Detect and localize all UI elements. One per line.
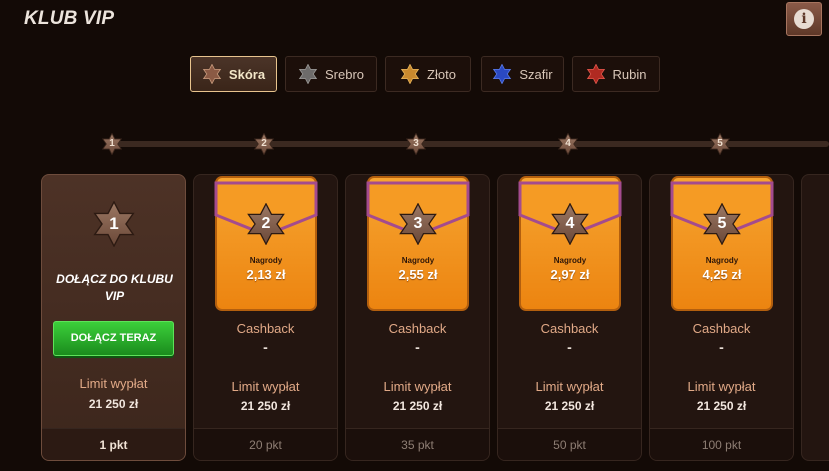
points-label: 20 pkt bbox=[194, 428, 337, 460]
rewards-label: Nagrody bbox=[401, 256, 435, 265]
limit-label: Limit wypłat bbox=[79, 376, 148, 391]
tab-label: Szafir bbox=[519, 66, 553, 82]
tab-label: Złoto bbox=[427, 66, 456, 82]
tab-szafir[interactable]: Szafir bbox=[481, 56, 564, 92]
vip-level-card-4: 4 Nagrody 2,97 zł Cashback - Limit wypła… bbox=[497, 174, 642, 461]
limit-label: Limit wypłat bbox=[231, 379, 300, 394]
cashback-value: - bbox=[567, 339, 572, 355]
limit-label: Limit wypłat bbox=[687, 379, 756, 394]
rewards-amount: 2,97 zł bbox=[550, 267, 590, 282]
cashback-value: - bbox=[263, 339, 268, 355]
cashback-label: Cashback bbox=[236, 321, 295, 336]
tab-label: Rubin bbox=[612, 66, 647, 82]
vip-level-card-1: 1 DOŁĄCZ DO KLUBU VIP DOŁĄCZ TERAZ Limit… bbox=[41, 174, 186, 461]
ruby-star-icon bbox=[586, 64, 606, 84]
limit-value: 21 250 zł bbox=[88, 397, 139, 411]
sapphire-star-icon bbox=[492, 64, 512, 84]
reward-envelope: 2 Nagrody 2,13 zł bbox=[214, 175, 318, 312]
join-title: DOŁĄCZ DO KLUBU VIP bbox=[56, 272, 173, 303]
points-label: 35 pkt bbox=[346, 428, 489, 460]
level-badge: 5 bbox=[701, 203, 743, 245]
progress-marker: 5 bbox=[709, 133, 731, 155]
join-now-button[interactable]: DOŁĄCZ TERAZ bbox=[53, 321, 174, 356]
limit-value: 21 250 zł bbox=[544, 399, 595, 413]
rewards-label: Nagrody bbox=[553, 256, 587, 265]
gold-star-icon bbox=[400, 64, 420, 84]
vip-level-card-partial bbox=[801, 174, 829, 461]
info-icon: i bbox=[794, 9, 814, 29]
tab-label: Srebro bbox=[324, 66, 365, 82]
progress-marker: 3 bbox=[405, 133, 427, 155]
progress-marker: 2 bbox=[253, 133, 275, 155]
cashback-value: - bbox=[415, 339, 420, 355]
level-badge: 4 bbox=[549, 203, 591, 245]
silver-star-icon bbox=[298, 64, 318, 84]
points-label: 50 pkt bbox=[498, 428, 641, 460]
vip-level-card-5: 5 Nagrody 4,25 zł Cashback - Limit wypła… bbox=[649, 174, 794, 461]
cashback-label: Cashback bbox=[692, 321, 751, 336]
rewards-label: Nagrody bbox=[249, 256, 283, 265]
vip-level-card-2: 2 Nagrody 2,13 zł Cashback - Limit wypła… bbox=[193, 174, 338, 461]
tab-rubin[interactable]: Rubin bbox=[572, 56, 660, 92]
page-title: KLUB VIP bbox=[24, 8, 115, 29]
progress-marker: 4 bbox=[557, 133, 579, 155]
tab-srebro[interactable]: Srebro bbox=[285, 56, 377, 92]
points-label: 1 pkt bbox=[42, 428, 185, 460]
points-label: 100 pkt bbox=[650, 428, 793, 460]
rewards-amount: 2,13 zł bbox=[246, 267, 286, 282]
rewards-amount: 2,55 zł bbox=[398, 267, 438, 282]
level-badge: 1 bbox=[91, 201, 137, 247]
limit-value: 21 250 zł bbox=[696, 399, 747, 413]
level-badge: 3 bbox=[397, 203, 439, 245]
limit-value: 21 250 zł bbox=[392, 399, 443, 413]
reward-envelope: 4 Nagrody 2,97 zł bbox=[518, 175, 622, 312]
info-button[interactable]: i bbox=[786, 2, 822, 36]
rewards-label: Nagrody bbox=[705, 256, 739, 265]
cashback-label: Cashback bbox=[540, 321, 599, 336]
vip-level-card-3: 3 Nagrody 2,55 zł Cashback - Limit wypła… bbox=[345, 174, 490, 461]
level-badge: 2 bbox=[245, 203, 287, 245]
limit-label: Limit wypłat bbox=[383, 379, 452, 394]
limit-value: 21 250 zł bbox=[240, 399, 291, 413]
cashback-value: - bbox=[719, 339, 724, 355]
tab-label: Skóra bbox=[228, 66, 266, 82]
limit-label: Limit wypłat bbox=[535, 379, 604, 394]
cashback-label: Cashback bbox=[388, 321, 447, 336]
reward-envelope: 5 Nagrody 4,25 zł bbox=[670, 175, 774, 312]
tab-skora[interactable]: Skóra bbox=[190, 56, 277, 92]
rewards-amount: 4,25 zł bbox=[702, 267, 742, 282]
progress-marker: 1 bbox=[101, 133, 123, 155]
tab-zloto[interactable]: Złoto bbox=[385, 56, 471, 92]
leather-star-icon bbox=[202, 64, 222, 84]
reward-envelope: 3 Nagrody 2,55 zł bbox=[366, 175, 470, 312]
